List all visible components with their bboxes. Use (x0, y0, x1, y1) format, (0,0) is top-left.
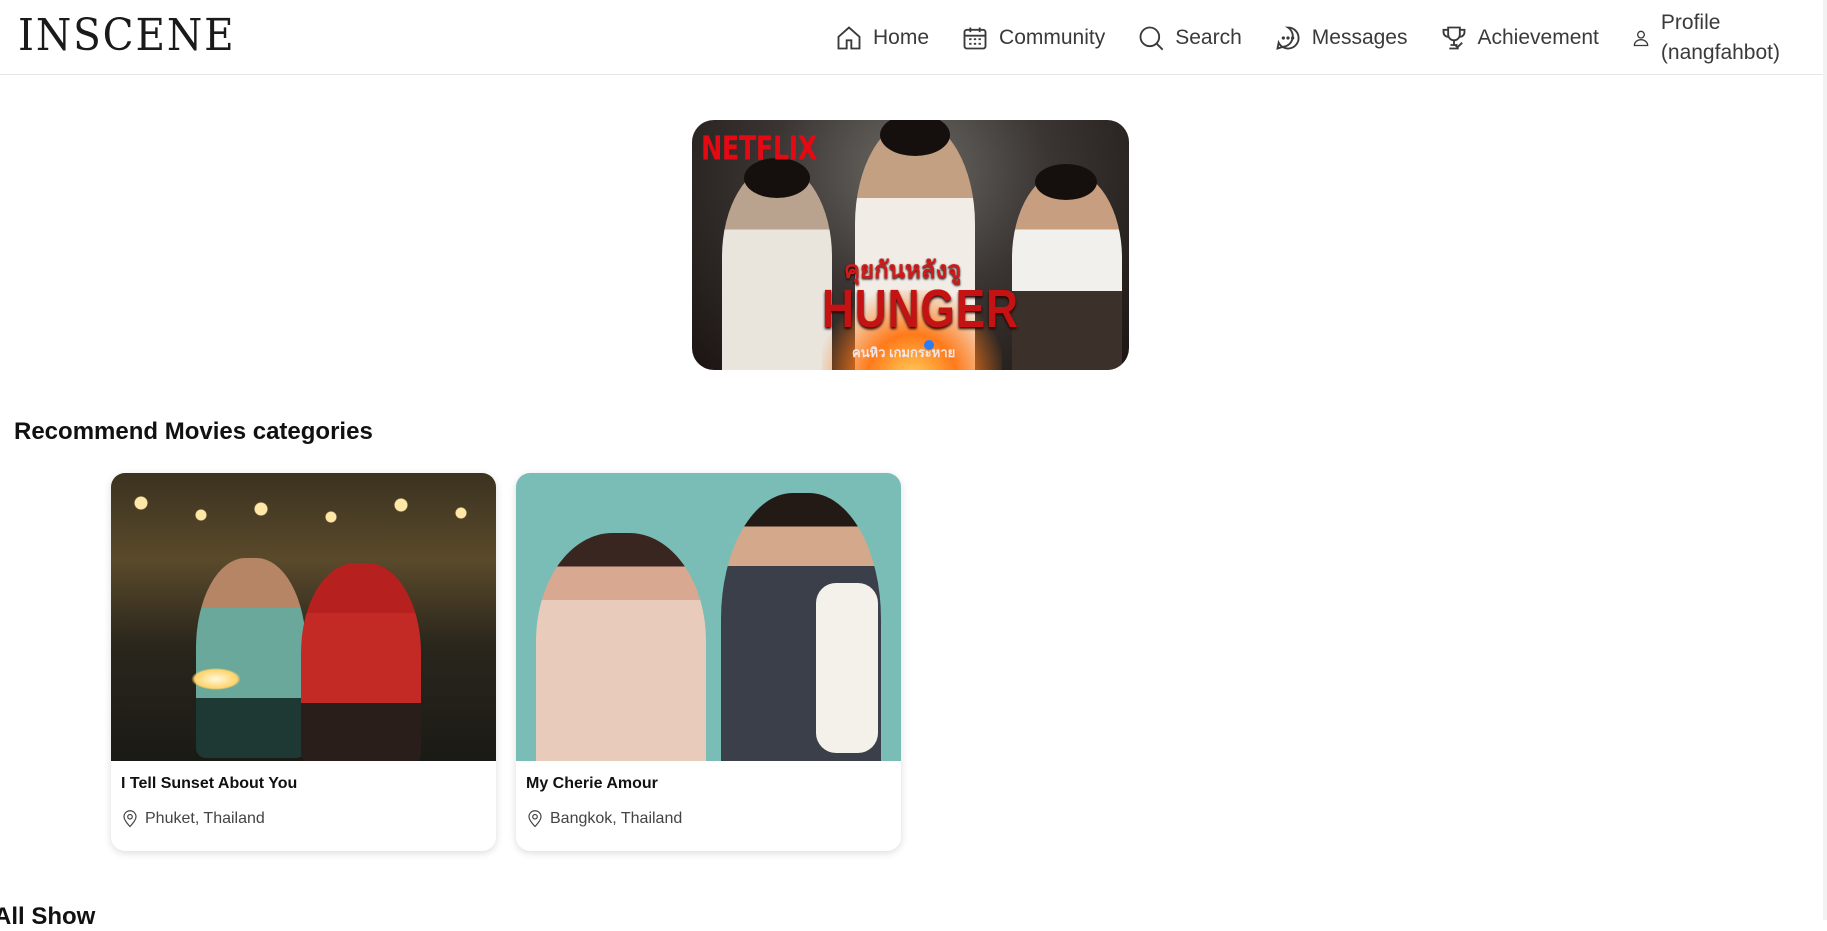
movie-card-title: My Cherie Amour (526, 775, 658, 792)
banner-hair-right (1035, 164, 1097, 200)
recommend-section-title: Recommend Movies categories (14, 418, 373, 445)
featured-banner[interactable]: NETFLIX คุยกันหลังจู HUNGER คนหิว เกมกระ… (692, 120, 1129, 370)
movie-card[interactable]: I Tell Sunset About You Phuket, Thailand (111, 473, 496, 851)
recommend-card-list: I Tell Sunset About You Phuket, Thailand… (111, 473, 901, 851)
user-icon (1633, 30, 1649, 46)
nav-achievement-label: Achievement (1477, 25, 1599, 49)
inscene-logo[interactable]: INSCENE (18, 10, 236, 61)
chat-bubble-icon (1276, 26, 1300, 50)
profile-label: Profile (nangfahbot) (1661, 8, 1780, 68)
banner-figure-right (1012, 170, 1122, 370)
profile-username: (nangfahbot) (1660, 40, 1780, 64)
image-shirt-sleeve (816, 583, 878, 753)
nav-profile[interactable]: Profile (nangfahbot) (1631, 8, 1780, 68)
image-person-left (536, 533, 706, 761)
page-scrollbar[interactable] (1823, 0, 1827, 920)
movie-card-location-text: Phuket, Thailand (145, 810, 265, 827)
movie-card-image (516, 473, 901, 761)
image-person-right (301, 563, 421, 761)
nav-home-label: Home (873, 25, 930, 49)
scooter-headlight (191, 668, 241, 690)
nav-search[interactable]: Search (1137, 24, 1242, 52)
search-icon (1139, 26, 1164, 50)
banner-title: HUNGER (822, 279, 1019, 339)
movie-card[interactable]: My Cherie Amour Bangkok, Thailand (516, 473, 901, 851)
string-lights (111, 483, 496, 543)
image-person-left (196, 558, 306, 758)
nav-community-label: Community (999, 25, 1106, 49)
nav-community[interactable]: Community (961, 24, 1105, 52)
calendar-icon (963, 27, 987, 49)
map-pin-icon (123, 810, 137, 828)
netflix-logo: NETFLIX (701, 130, 817, 169)
nav-messages[interactable]: Messages (1274, 24, 1408, 52)
movie-card-location: Phuket, Thailand (121, 810, 265, 828)
nav-messages-label: Messages (1311, 25, 1408, 49)
main-nav: Home Community Search Messages Achieveme… (835, 0, 1780, 75)
banner-tagline: คนหิว เกมกระหาย (852, 345, 956, 360)
movie-card-image (111, 473, 496, 761)
movie-card-title: I Tell Sunset About You (121, 775, 298, 792)
movie-card-location-text: Bangkok, Thailand (550, 810, 683, 827)
nav-home[interactable]: Home (835, 24, 929, 52)
movie-card-location: Bangkok, Thailand (526, 810, 682, 828)
home-icon (837, 25, 861, 49)
all-show-section-title: All Show (0, 903, 96, 930)
trophy-icon (1442, 26, 1465, 49)
carousel-indicator-dot[interactable] (924, 340, 934, 350)
map-pin-icon (528, 810, 542, 828)
nav-search-label: Search (1175, 25, 1242, 49)
top-navigation-bar: INSCENE Home Community Search Messages A… (0, 0, 1827, 75)
nav-achievement[interactable]: Achievement (1440, 24, 1599, 52)
profile-title: Profile (1660, 10, 1721, 34)
